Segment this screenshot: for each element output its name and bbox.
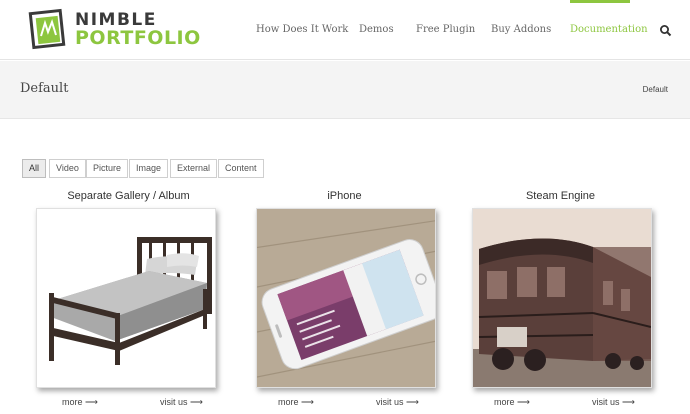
page-title-bar: Default Default (0, 61, 690, 119)
visit-us-link[interactable]: visit us ⟶ (592, 397, 635, 408)
filter-image[interactable]: Image (129, 159, 169, 178)
iphone-image (257, 209, 435, 387)
more-link[interactable]: more ⟶ (278, 397, 314, 408)
bed-image (37, 209, 215, 387)
item-thumbnail-iphone[interactable] (256, 208, 436, 388)
nav-demos[interactable]: Demos (359, 24, 394, 35)
item-thumbnail-steam-engine[interactable] (472, 208, 652, 388)
filter-video[interactable]: Video (49, 159, 86, 178)
filter-content[interactable]: Content (218, 159, 264, 178)
filter-external[interactable]: External (170, 159, 218, 178)
logo-text-portfolio: PORTFOLIO (75, 27, 201, 49)
nav-buy-addons[interactable]: Buy Addons (491, 24, 551, 35)
more-link[interactable]: more ⟶ (494, 397, 530, 408)
item-title: Separate Gallery / Album (67, 190, 190, 202)
nav-how-does-it-work[interactable]: How Does It Work (256, 24, 348, 35)
logo-mark-icon (28, 8, 66, 50)
site-header: NIMBLE PORTFOLIO How Does It Work Demos … (0, 0, 690, 60)
item-title: iPhone (327, 190, 362, 202)
nav-free-plugin[interactable]: Free Plugin (416, 24, 475, 35)
nav-active-indicator (570, 0, 630, 3)
steam-engine-image (473, 209, 651, 387)
page-title: Default (20, 81, 69, 96)
item-thumbnail-bed[interactable] (36, 208, 216, 388)
more-link[interactable]: more ⟶ (62, 397, 98, 408)
visit-us-link[interactable]: visit us ⟶ (160, 397, 203, 408)
nav-documentation[interactable]: Documentation (570, 24, 648, 35)
item-title: Steam Engine (525, 190, 596, 202)
search-icon[interactable] (659, 24, 673, 38)
site-logo[interactable]: NIMBLE PORTFOLIO (28, 8, 218, 52)
breadcrumb[interactable]: Default (643, 85, 668, 94)
filter-all[interactable]: All (22, 159, 47, 178)
filter-picture[interactable]: Picture (86, 159, 129, 178)
visit-us-link[interactable]: visit us ⟶ (376, 397, 419, 408)
